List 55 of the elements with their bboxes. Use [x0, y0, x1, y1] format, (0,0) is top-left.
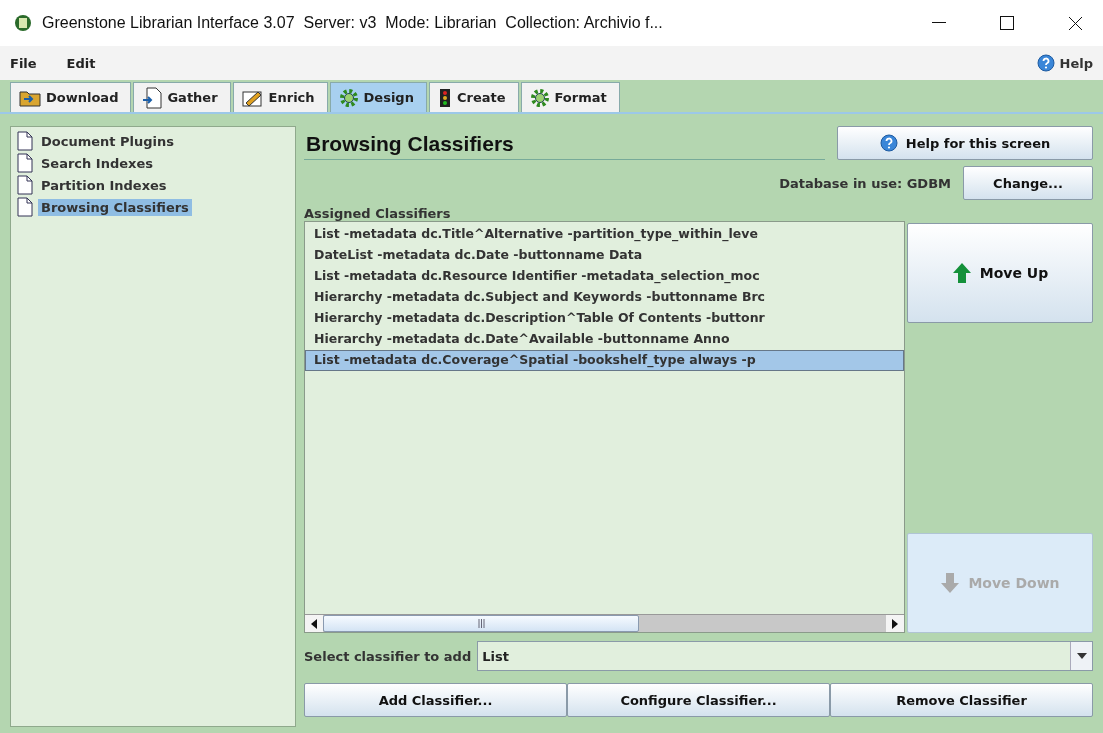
help-icon — [1036, 54, 1055, 72]
tab[interactable]: Download — [10, 82, 132, 112]
scroll-left-icon[interactable] — [311, 618, 317, 629]
arrow-down-icon — [940, 572, 961, 594]
list-item[interactable]: Hierarchy -metadata dc.Date^Available -buttonname Anno — [305, 329, 904, 350]
list-item[interactable]: DateList -metadata dc.Date -buttonname Data — [305, 245, 904, 266]
sidebar-item[interactable]: Document Plugins — [38, 132, 178, 150]
scroll-right-icon[interactable] — [892, 618, 898, 629]
pencil-card-icon — [241, 88, 264, 107]
sidebar-item[interactable]: Partition Indexes — [38, 176, 170, 194]
list-item[interactable]: Hierarchy -metadata dc.Subject and Keywords -buttonname Brc — [305, 287, 904, 308]
caret-icon — [1076, 653, 1087, 659]
action-button[interactable]: Configure Classifier... — [567, 683, 830, 717]
panel-title: Browsing Classifiers — [304, 126, 825, 160]
change-button[interactable]: Change... — [963, 166, 1093, 200]
select-label: Select classifier to add — [304, 648, 472, 664]
list-item[interactable]: List -metadata dc.Title^Alternative -partition_type_within_leve — [305, 224, 904, 245]
list-item[interactable]: List -metadata dc.Coverage^Spatial -bookshelf_type always -p — [305, 350, 904, 371]
minimize-icon[interactable] — [932, 22, 946, 24]
sidebar-item[interactable]: Search Indexes — [38, 154, 156, 172]
close-icon[interactable] — [1067, 15, 1083, 31]
traffic-light-icon — [437, 87, 452, 108]
menu-item[interactable]: Edit — [66, 55, 96, 71]
gear-icon — [529, 87, 550, 108]
tab[interactable]: Design — [329, 82, 427, 112]
horizontal-scrollbar[interactable] — [305, 614, 904, 632]
document-icon — [17, 197, 33, 217]
action-button[interactable]: Remove Classifier — [830, 683, 1093, 717]
help-button[interactable]: Help for this screen — [837, 126, 1093, 160]
maximize-icon[interactable] — [1000, 16, 1014, 30]
sidebar-item[interactable]: Browsing Classifiers — [38, 198, 192, 216]
help-link[interactable]: Help — [1059, 55, 1093, 71]
list-item[interactable]: List -metadata dc.Resource Identifier -metadata_selection_moc — [305, 266, 904, 287]
folder-icon — [19, 88, 41, 107]
tab[interactable]: Gather — [133, 82, 231, 112]
app-logo-icon — [14, 14, 32, 32]
list-label: Assigned Classifiers — [304, 206, 452, 221]
arrow-up-icon — [951, 262, 972, 284]
tab[interactable]: Format — [520, 82, 620, 112]
grip-icon — [477, 619, 485, 628]
window-title: Greenstone Librarian Interface 3.07 Server: v3 Mode: Librarian Collection: Archivio f... — [42, 14, 664, 32]
action-button[interactable]: Add Classifier... — [304, 683, 567, 717]
document-icon — [17, 175, 33, 195]
menu-item[interactable]: File — [10, 55, 37, 71]
help-icon — [879, 134, 898, 152]
move-up-button[interactable]: Move Up — [907, 223, 1093, 323]
tab[interactable]: Create — [428, 82, 519, 112]
database-label: Database in use: GDBM — [779, 175, 951, 191]
document-arrow-icon — [142, 86, 163, 109]
document-icon — [17, 153, 33, 173]
list-item[interactable]: Hierarchy -metadata dc.Description^Table Of Contents -buttonr — [305, 308, 904, 329]
document-icon — [17, 131, 33, 151]
tab[interactable]: Enrich — [232, 82, 328, 112]
classifier-dropdown[interactable]: List — [477, 641, 1093, 671]
gear-icon — [338, 87, 359, 108]
